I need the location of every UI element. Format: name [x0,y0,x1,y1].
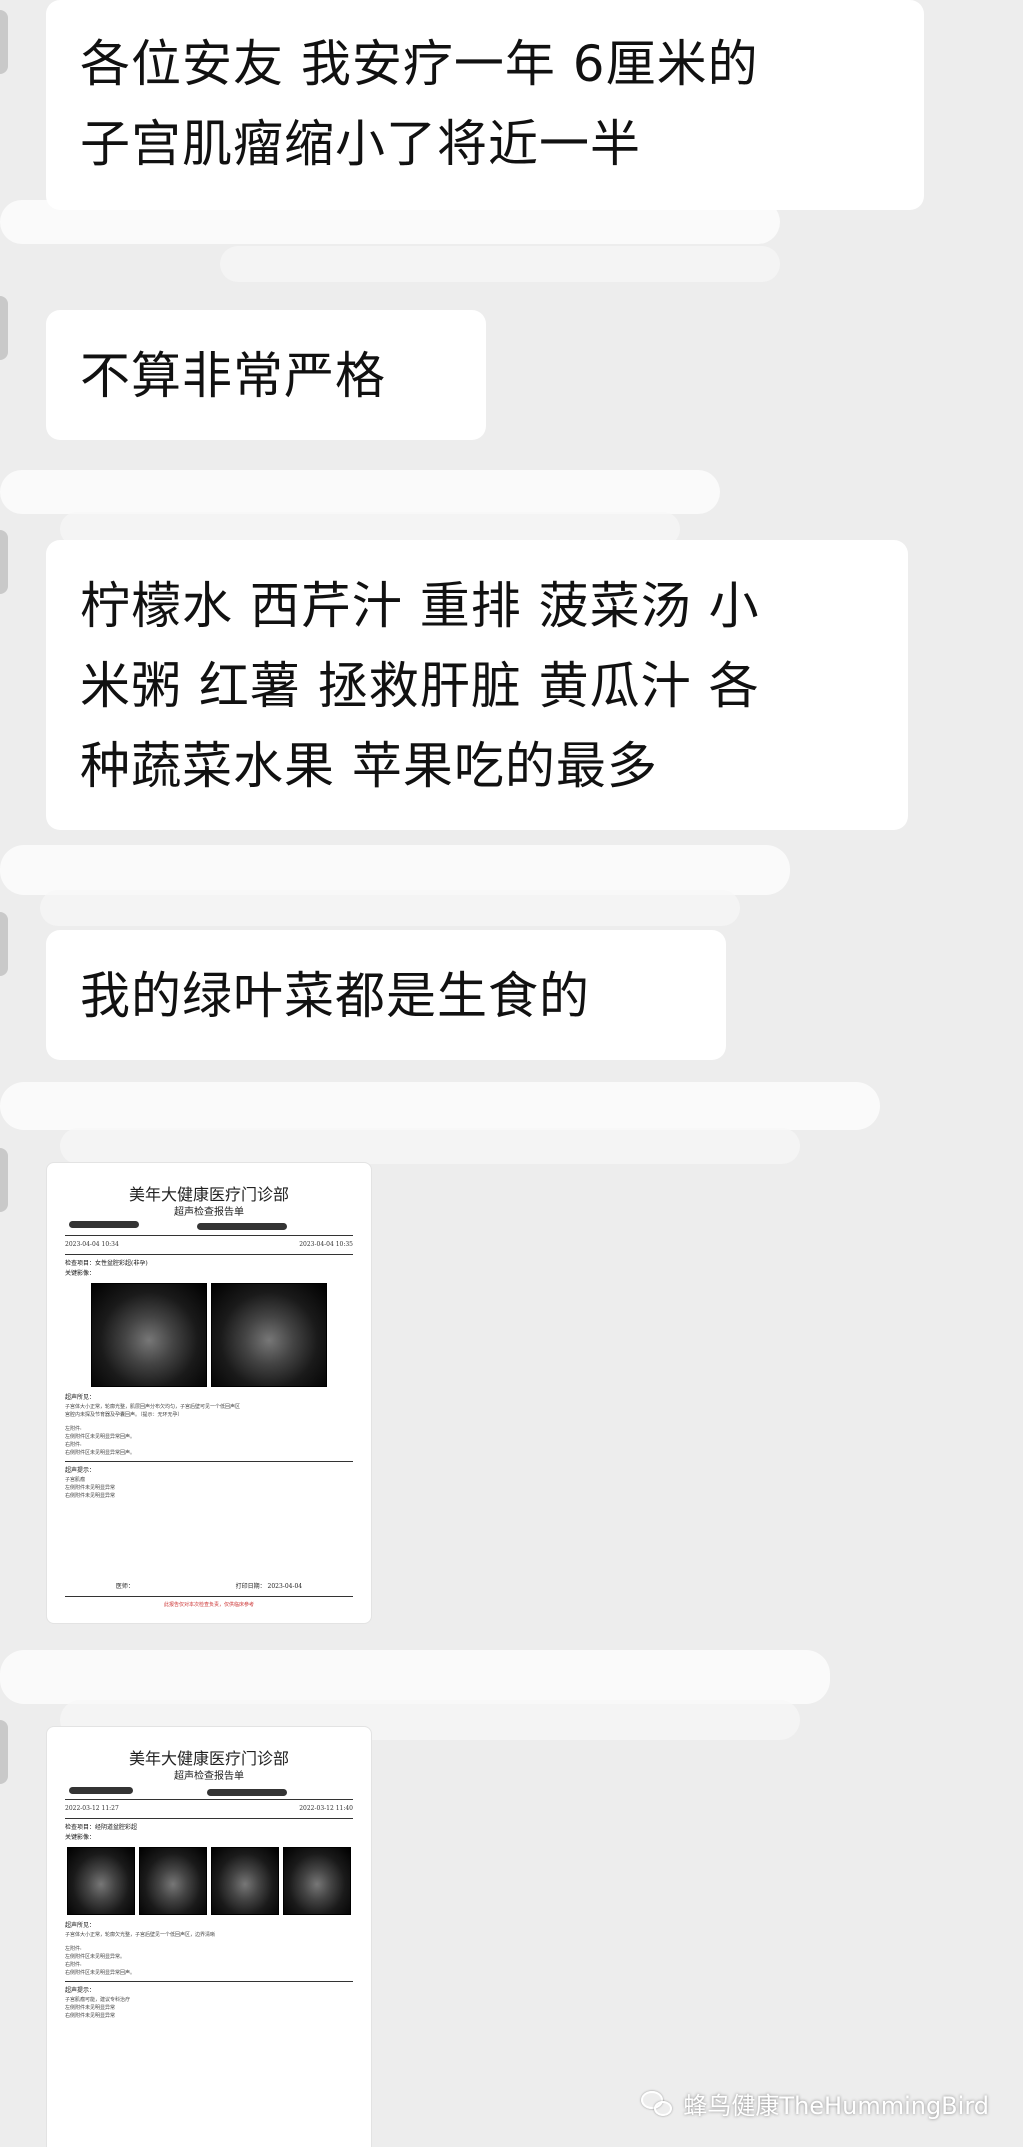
avatar[interactable] [0,296,8,360]
report-footer-row: 医师： 打印日期： 2023-04-04 [65,1582,353,1592]
report-time: 2022-03-12 11:40 [299,1805,353,1812]
conclusion-label: 超声提示： [65,1467,96,1474]
key-images-label: 关键影像： [65,1834,96,1841]
redaction-scribble [207,1789,287,1796]
exam-item: 检查项目：女性盆腔彩超(非孕) [65,1260,148,1267]
divider [65,1818,353,1819]
scan-images [65,1283,353,1387]
message-line: 子宫肌瘤缩小了将近一半 [80,115,641,173]
redaction-scribble [69,1221,139,1228]
report-subtitle: 超声检查报告单 [174,1207,244,1218]
report-clinic-name: 美年大健康医疗门诊部 [128,1185,289,1204]
ultrasound-scan [211,1283,327,1387]
print-date-label: 打印日期： [235,1583,266,1590]
exam-item: 检查项目：经阴道盆腔彩超 [65,1824,138,1831]
report-meta: 2023-04-04 10:34 2023-04-04 10:35 [65,1240,353,1250]
conclusion-text: 子宫肌瘤可能，建议专科治疗 左侧附件未见明显异常 右侧附件未见明显异常 [65,1997,131,2019]
redacted-strip [0,470,720,514]
avatar[interactable] [0,912,8,976]
message-bubble[interactable]: 各位安友 我安疗一年 6厘米的 子宫肌瘤缩小了将近一半 [46,0,924,210]
redacted-strip [40,890,740,926]
findings-text: 子宫体大小正常，轮廓光整，肌层回声分布欠均匀，子宫后壁可见一个低回声区 宫腔内未… [65,1404,241,1456]
message-line: 不算非常严格 [80,347,386,405]
ultrasound-report-image: 美年大健康医疗门诊部 超声检查报告单 2022-03-12 11:27 2022… [47,1727,371,2147]
scan-images [65,1847,353,1915]
print-date-value: 2023-04-04 [267,1583,303,1590]
ultrasound-scan [67,1847,135,1915]
wechat-icon [641,2090,675,2117]
message-line: 柠檬水 西芹汁 重排 菠菜汤 小 [80,577,760,635]
ultrasound-scan [91,1283,207,1387]
ultrasound-scan [139,1847,207,1915]
report-time: 2023-04-04 10:35 [299,1241,353,1248]
findings-label: 超声所见： [65,1922,96,1929]
report-meta: 2022-03-12 11:27 2022-03-12 11:40 [65,1804,353,1814]
divider [65,1799,353,1800]
exam-time: 2022-03-12 11:27 [65,1805,119,1812]
redacted-strip [0,845,790,895]
divider [65,1235,353,1236]
message-line: 各位安友 我安疗一年 6厘米的 [80,35,759,93]
report-clinic-name: 美年大健康医疗门诊部 [128,1749,289,1768]
divider [65,1596,353,1597]
image-message[interactable]: 美年大健康医疗门诊部 超声检查报告单 2022-03-12 11:27 2022… [46,1726,372,2147]
image-message[interactable]: 美年大健康医疗门诊部 超声检查报告单 2023-04-04 10:34 2023… [46,1162,372,1624]
redaction-scribble [197,1223,287,1230]
report-footer-note: 此报告仅对本次检查负责，仅供临床参考 [163,1602,254,1608]
conclusion-text: 子宫肌瘤 左侧附件未见明显异常 右侧附件未见明显异常 [65,1477,116,1499]
message-bubble[interactable]: 柠檬水 西芹汁 重排 菠菜汤 小 米粥 红薯 拯救肝脏 黄瓜汁 各 种蔬菜水果 … [46,540,908,830]
redaction-scribble [69,1787,133,1794]
divider [65,1981,353,1982]
key-images-label: 关键影像： [65,1270,96,1277]
avatar[interactable] [0,1148,8,1212]
divider [65,1461,353,1462]
message-line: 米粥 红薯 拯救肝脏 黄瓜汁 各 [80,657,760,715]
avatar[interactable] [0,530,8,594]
findings-text: 子宫体大小正常，轮廓欠光整，子宫后壁见一个低回声区，边界清晰 左附件: 左侧附件… [65,1932,216,1976]
redacted-strip [0,1082,880,1130]
exam-time: 2023-04-04 10:34 [65,1241,119,1248]
report-subtitle: 超声检查报告单 [174,1771,244,1782]
ultrasound-scan [211,1847,279,1915]
redacted-strip [60,1128,800,1164]
redacted-strip [0,1650,830,1704]
redacted-strip [220,246,780,282]
findings-label: 超声所见： [65,1394,96,1401]
message-line: 种蔬菜水果 苹果吃的最多 [80,737,658,795]
message-bubble[interactable]: 我的绿叶菜都是生食的 [46,930,726,1060]
watermark-text: 蜂鸟健康TheHummingBird [683,2092,989,2120]
doctor-label: 医师： [115,1583,134,1590]
ultrasound-report-image: 美年大健康医疗门诊部 超声检查报告单 2023-04-04 10:34 2023… [47,1163,371,1623]
divider [65,1254,353,1255]
conclusion-label: 超声提示： [65,1987,96,1994]
chat-thread: 各位安友 我安疗一年 6厘米的 子宫肌瘤缩小了将近一半 不算非常严格 柠檬水 西… [0,0,1023,2147]
ultrasound-scan [283,1847,351,1915]
watermark: 蜂鸟健康TheHummingBird [641,2086,989,2121]
message-bubble[interactable]: 不算非常严格 [46,310,486,440]
avatar[interactable] [0,10,8,74]
avatar[interactable] [0,1720,8,1784]
message-line: 我的绿叶菜都是生食的 [80,967,590,1025]
